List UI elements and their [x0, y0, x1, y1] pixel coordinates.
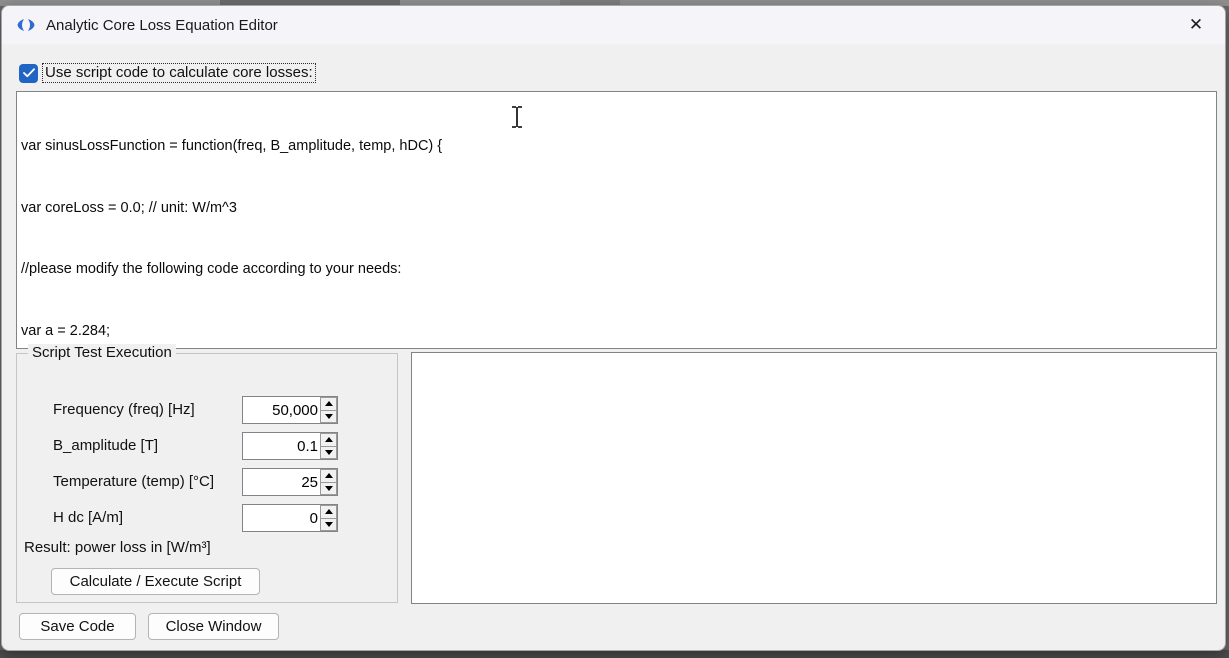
use-script-checkbox-row[interactable]: Use script code to calculate core losses…: [19, 62, 316, 84]
temperature-value[interactable]: 25: [243, 469, 320, 495]
hdc-label: H dc [A/m]: [53, 509, 123, 526]
arrow-up-icon: [325, 437, 333, 442]
script-test-execution-group: Script Test Execution Frequency (freq) […: [16, 353, 398, 603]
arrow-down-icon: [325, 414, 333, 419]
temperature-spin-down-button[interactable]: [320, 483, 337, 496]
b-amplitude-spin-up-button[interactable]: [320, 433, 337, 447]
arrow-up-icon: [325, 473, 333, 478]
use-script-checkbox-label[interactable]: Use script code to calculate core losses…: [42, 63, 316, 83]
frequency-row: Frequency (freq) [Hz] 50,000: [17, 396, 397, 424]
script-code-editor[interactable]: var sinusLossFunction = function(freq, B…: [16, 91, 1217, 349]
hdc-spinbox[interactable]: 0: [242, 504, 338, 532]
b-amplitude-value[interactable]: 0.1: [243, 433, 320, 459]
checkbox-checked-icon[interactable]: [19, 64, 38, 83]
frequency-label: Frequency (freq) [Hz]: [53, 401, 195, 418]
code-line: var coreLoss = 0.0; // unit: W/m^3: [21, 198, 1216, 219]
frequency-value[interactable]: 50,000: [243, 397, 320, 423]
arrow-up-icon: [325, 509, 333, 514]
temperature-row: Temperature (temp) [°C] 25: [17, 468, 397, 496]
close-window-icon[interactable]: ✕: [1177, 10, 1215, 40]
background-window-strip-bottom: [0, 650, 1229, 658]
code-line: var sinusLossFunction = function(freq, B…: [21, 136, 1216, 157]
frequency-spinbox[interactable]: 50,000: [242, 396, 338, 424]
hdc-row: H dc [A/m] 0: [17, 504, 397, 532]
code-line: //please modify the following code accor…: [21, 259, 1216, 280]
b-amplitude-row: B_amplitude [T] 0.1: [17, 432, 397, 460]
arrow-up-icon: [325, 401, 333, 406]
arrow-down-icon: [325, 450, 333, 455]
calculate-execute-button[interactable]: Calculate / Execute Script: [51, 568, 260, 595]
frequency-spin-down-button[interactable]: [320, 411, 337, 424]
hdc-value[interactable]: 0: [243, 505, 320, 531]
arrow-down-icon: [325, 522, 333, 527]
footer-buttons: Save Code Close Window: [19, 613, 279, 640]
close-window-button[interactable]: Close Window: [148, 613, 279, 640]
script-output-panel[interactable]: [411, 352, 1217, 604]
hdc-spin-up-button[interactable]: [320, 505, 337, 519]
hdc-spin-down-button[interactable]: [320, 519, 337, 532]
frequency-spin-up-button[interactable]: [320, 397, 337, 411]
code-line: var a = 2.284;: [21, 321, 1216, 342]
save-code-button[interactable]: Save Code: [19, 613, 136, 640]
groupbox-legend: Script Test Execution: [28, 344, 176, 361]
temperature-label: Temperature (temp) [°C]: [53, 473, 214, 490]
window-title: Analytic Core Loss Equation Editor: [46, 17, 278, 34]
app-logo-icon: [15, 17, 37, 33]
b-amplitude-spin-down-button[interactable]: [320, 447, 337, 460]
temperature-spinbox[interactable]: 25: [242, 468, 338, 496]
result-label: Result: power loss in [W/m³]: [24, 539, 211, 556]
b-amplitude-label: B_amplitude [T]: [53, 437, 158, 454]
temperature-spin-up-button[interactable]: [320, 469, 337, 483]
b-amplitude-spinbox[interactable]: 0.1: [242, 432, 338, 460]
title-bar[interactable]: Analytic Core Loss Equation Editor ✕: [2, 6, 1225, 44]
core-loss-editor-dialog: Analytic Core Loss Equation Editor ✕ Use…: [1, 5, 1226, 651]
arrow-down-icon: [325, 486, 333, 491]
